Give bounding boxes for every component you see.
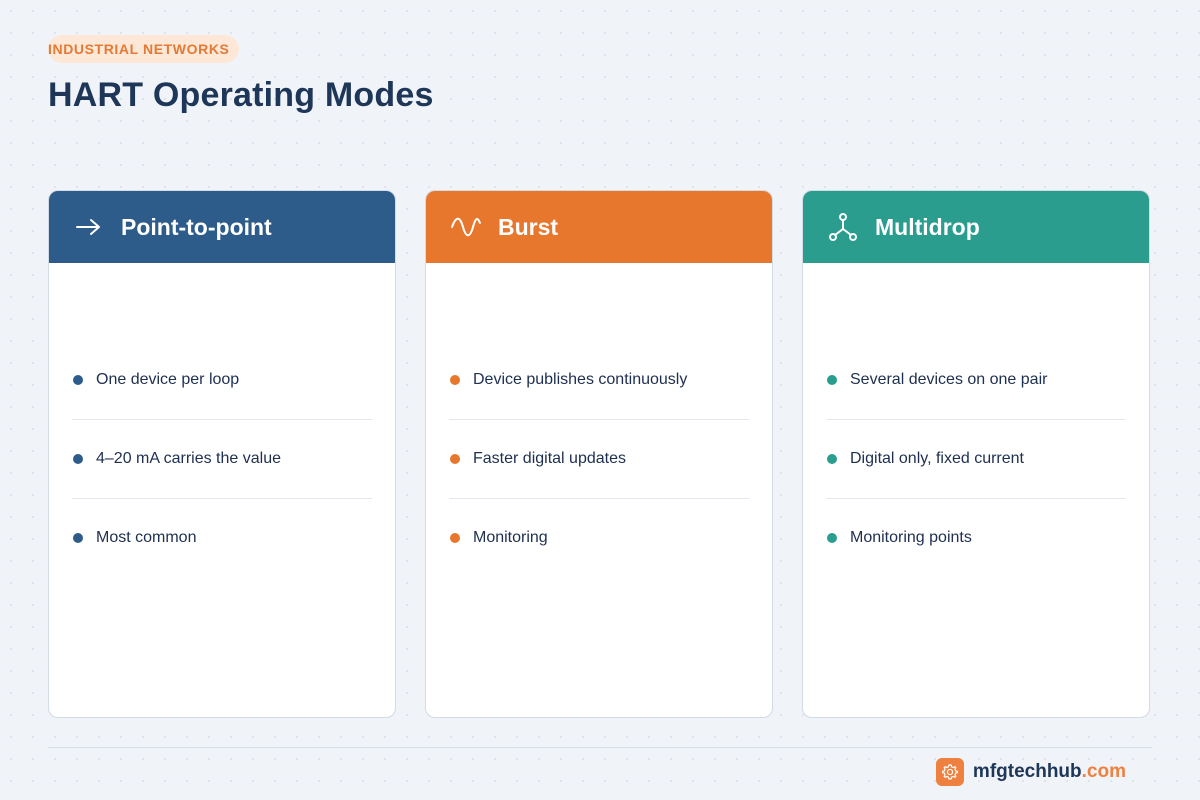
list-item: Monitoring (449, 499, 749, 577)
footer-divider (48, 747, 1152, 748)
list-item-text: Several devices on one pair (850, 371, 1048, 388)
card-header: Multidrop (803, 191, 1149, 263)
bullet-dot (827, 533, 837, 543)
list-item-text: One device per loop (96, 371, 240, 388)
card-title: Point-to-point (121, 213, 272, 240)
brand-name-main: mfgtechhub (972, 761, 1082, 782)
category-badge: INDUSTRIAL NETWORKS (48, 35, 240, 63)
bullet-dot (450, 454, 460, 464)
card-item-list: One device per loop 4–20 mA carries the … (49, 341, 395, 577)
list-item-text: 4–20 mA carries the value (96, 450, 281, 467)
bullet-dot (73, 533, 83, 543)
category-label: INDUSTRIAL NETWORKS (48, 41, 230, 57)
list-item: Faster digital updates (449, 420, 749, 498)
gear-icon (935, 758, 964, 786)
list-item-text: Digital only, fixed current (850, 450, 1024, 467)
mode-card-point-to-point: Point-to-point One device per loop 4–20 … (48, 190, 396, 718)
bullet-dot (73, 375, 83, 385)
list-item: Several devices on one pair (826, 341, 1126, 419)
page-title: HART Operating Modes (48, 76, 434, 114)
brand-link[interactable]: mfgtechhub.com (935, 758, 1126, 786)
network-branch-icon (827, 211, 859, 243)
list-item: Monitoring points (826, 499, 1126, 577)
mode-card-multidrop: Multidrop Several devices on one pair Di… (802, 190, 1150, 718)
sine-wave-icon (450, 211, 482, 243)
arrow-right-icon (73, 211, 105, 243)
list-item-text: Faster digital updates (473, 450, 626, 467)
card-item-list: Several devices on one pair Digital only… (803, 341, 1149, 577)
list-item: Most common (72, 499, 372, 577)
brand-name: mfgtechhub.com (973, 761, 1126, 783)
list-item: Digital only, fixed current (826, 420, 1126, 498)
list-item-text: Monitoring points (850, 529, 972, 546)
card-item-list: Device publishes continuously Faster dig… (426, 341, 772, 577)
bullet-dot (827, 454, 837, 464)
brand-tld: .com (1081, 761, 1126, 782)
card-title: Multidrop (875, 213, 980, 240)
bullet-dot (73, 454, 83, 464)
bullet-dot (450, 375, 460, 385)
list-item: One device per loop (72, 341, 372, 419)
list-item-text: Monitoring (473, 529, 548, 546)
bullet-dot (827, 375, 837, 385)
list-item: Device publishes continuously (449, 341, 749, 419)
mode-card-burst: Burst Device publishes continuously Fast… (425, 190, 773, 718)
card-header: Point-to-point (49, 191, 395, 263)
bullet-dot (450, 533, 460, 543)
list-item: 4–20 mA carries the value (72, 420, 372, 498)
card-header: Burst (426, 191, 772, 263)
list-item-text: Most common (96, 529, 197, 546)
card-title: Burst (498, 213, 559, 240)
list-item-text: Device publishes continuously (473, 371, 688, 388)
